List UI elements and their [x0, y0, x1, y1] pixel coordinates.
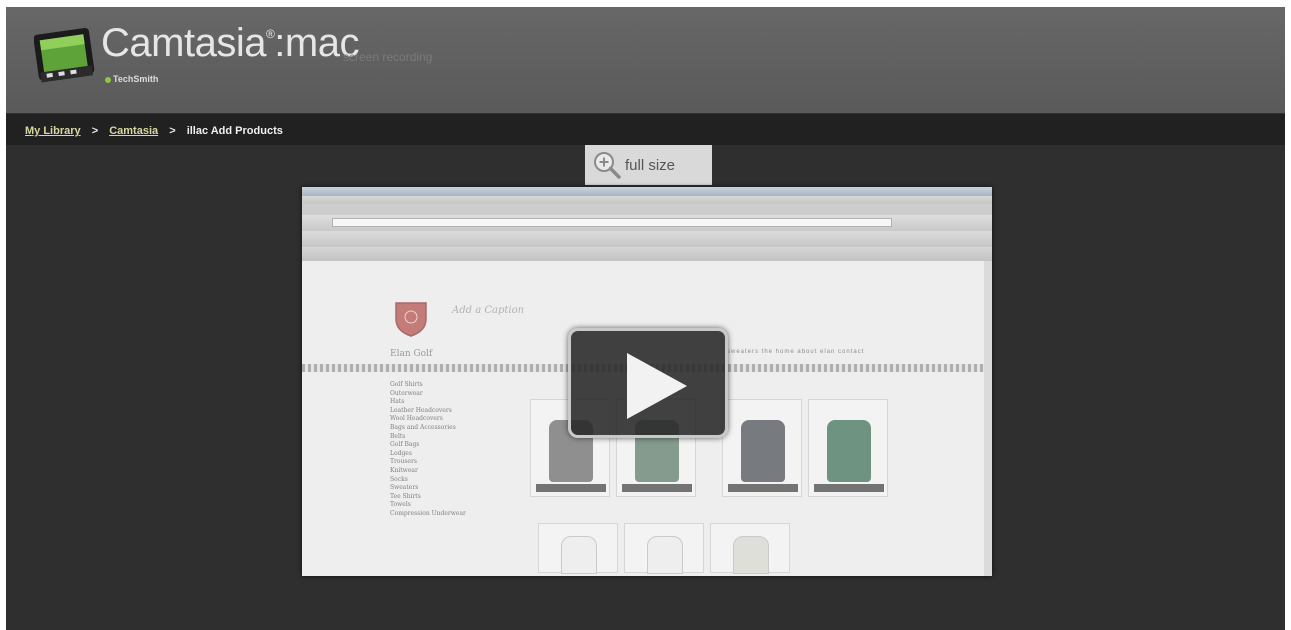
brand-name: Camtasia — [101, 21, 266, 65]
brand-title: Camtasia®:mac — [101, 21, 359, 66]
vendor-mark: TechSmith — [105, 74, 158, 84]
breadcrumb-current: illac Add Products — [186, 125, 283, 137]
vendor-name: TechSmith — [113, 74, 159, 84]
techsmith-icon — [105, 76, 111, 83]
play-icon — [627, 353, 687, 419]
camtasia-logo-icon — [34, 27, 95, 83]
brand-subtitle: screen recording — [343, 50, 433, 64]
breadcrumb-separator: > — [91, 125, 99, 137]
full-size-label: full size — [625, 156, 676, 174]
site-header: Camtasia®:mac screen recording TechSmith — [6, 7, 1285, 113]
app-window: Camtasia®:mac screen recording TechSmith… — [6, 7, 1285, 630]
full-size-button[interactable]: full size — [585, 145, 712, 185]
play-button[interactable] — [568, 328, 728, 438]
breadcrumb-my-library[interactable]: My Library — [25, 125, 81, 137]
breadcrumb-camtasia[interactable]: Camtasia — [109, 125, 158, 137]
breadcrumb-separator: > — [169, 125, 176, 137]
breadcrumb: My Library > Camtasia > illac Add Produc… — [6, 114, 1285, 145]
zoom-in-icon — [594, 152, 621, 179]
brand-trademark: ® — [265, 27, 275, 41]
